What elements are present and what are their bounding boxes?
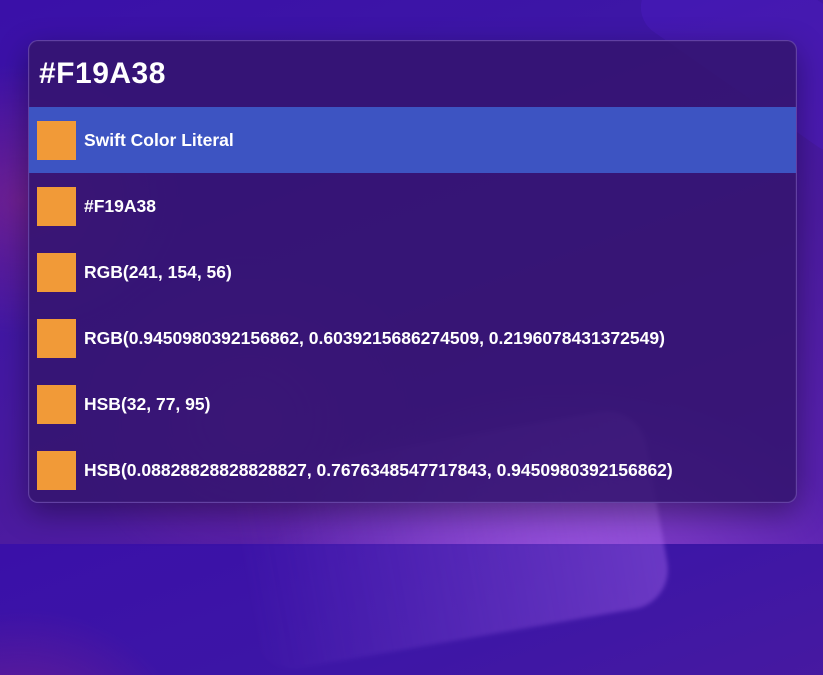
search-bar (29, 41, 796, 107)
result-row-rgb-int[interactable]: RGB(241, 154, 56) (29, 239, 796, 305)
result-label: RGB(241, 154, 56) (84, 261, 232, 282)
result-row-swift-literal[interactable]: Swift Color Literal (29, 107, 796, 173)
result-row-hex[interactable]: #F19A38 (29, 173, 796, 239)
result-label: #F19A38 (84, 195, 156, 216)
color-swatch (37, 252, 76, 292)
result-label: HSB(32, 77, 95) (84, 393, 211, 414)
search-input[interactable] (39, 57, 739, 91)
color-swatch (37, 450, 76, 490)
result-label: Swift Color Literal (84, 129, 234, 150)
result-row-rgb-float[interactable]: RGB(0.9450980392156862, 0.60392156862745… (29, 305, 796, 371)
result-row-hsb-int[interactable]: HSB(32, 77, 95) (29, 371, 796, 437)
color-swatch (37, 384, 76, 424)
result-label: RGB(0.9450980392156862, 0.60392156862745… (84, 327, 665, 348)
results-list: Swift Color Literal #F19A38 RGB(241, 154… (29, 107, 796, 502)
color-swatch (37, 120, 76, 160)
color-swatch (37, 186, 76, 226)
color-picker-panel: Swift Color Literal #F19A38 RGB(241, 154… (28, 40, 797, 503)
result-row-hsb-float[interactable]: HSB(0.08828828828828827, 0.7676348547717… (29, 437, 796, 502)
result-label: HSB(0.08828828828828827, 0.7676348547717… (84, 459, 673, 480)
color-swatch (37, 318, 76, 358)
